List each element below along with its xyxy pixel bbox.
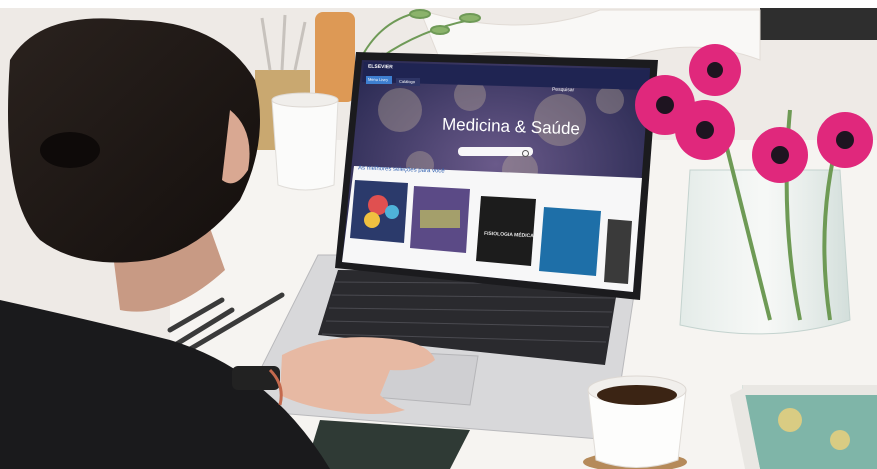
nav-tab-catalog[interactable]: Catálogo <box>399 79 415 84</box>
search-link[interactable]: Pesquisar <box>552 87 574 94</box>
search-icon[interactable] <box>522 150 529 157</box>
photo-scene: ELSEVIER Menu Livro Catálogo Pesquisar M… <box>0 0 877 469</box>
scene-illustration <box>0 0 877 469</box>
screen-brand: ELSEVIER <box>367 63 393 71</box>
nav-tab-menu[interactable]: Menu Livro <box>368 77 388 83</box>
